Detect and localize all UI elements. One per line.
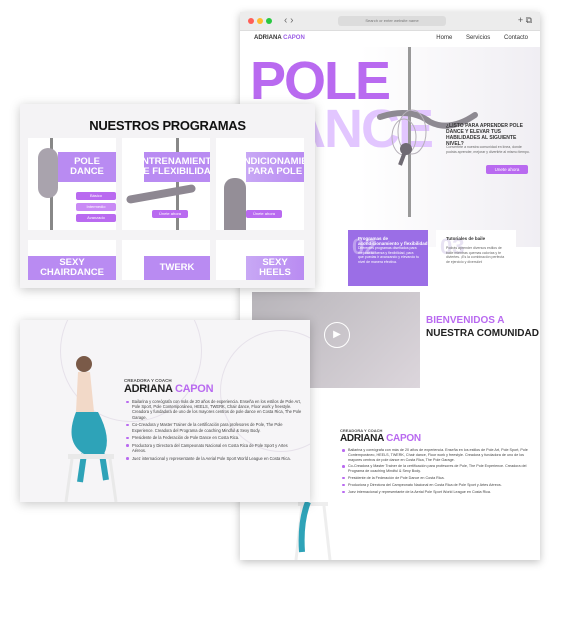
feature-card: 03 Tutoriales de baile Podrás aprender d… — [436, 230, 516, 286]
coach-last-name: CAPON — [386, 433, 421, 444]
list-item: Presidente de la Federación de Pole Danc… — [342, 476, 532, 481]
program-card-chairdance[interactable]: SEXY CHAIRDANCE — [28, 240, 116, 280]
brand-first: ADRIANA — [254, 35, 282, 41]
dancer-image — [38, 148, 58, 198]
intermediate-level-button[interactable]: Intermedio — [76, 203, 116, 211]
program-title: SEXY HEELS — [246, 256, 304, 280]
coach-name: ADRIANA CAPON — [340, 433, 532, 444]
advanced-level-button[interactable]: Avanzado — [76, 214, 116, 222]
coach-bullets: Bailarina y coreógrafa con más de 20 año… — [340, 448, 532, 494]
welcome-heading: BIENVENIDOS A NUESTRA COMUNIDAD — [426, 314, 539, 340]
dancer-image — [224, 178, 246, 230]
program-card-twerk[interactable]: TWERK — [122, 240, 210, 280]
coach-bio: CREADORA Y COACH ADRIANA CAPON Bailarina… — [124, 378, 302, 464]
coach-name: ADRIANA CAPON — [124, 383, 302, 395]
basic-level-button[interactable]: Básico — [76, 192, 116, 200]
list-item: Presidente de la Federación de Pole Danc… — [126, 435, 302, 440]
menu-home[interactable]: Home — [436, 35, 452, 41]
program-card-pole-dance[interactable]: POLE DANCE Básico Intermedio Avanzado — [28, 138, 116, 230]
coach-bullets: Bailarina y coreógrafa con más de 20 año… — [124, 399, 302, 461]
minimize-window-icon[interactable] — [257, 18, 263, 24]
coach-first-name: ADRIANA — [340, 433, 384, 444]
browser-toolbar: ‹ › Search or enter website name + ⧉ — [240, 12, 540, 31]
new-tab-icon[interactable]: + ⧉ — [518, 15, 532, 26]
program-title: ENTRENAMIENTO DE FLEXIBILIDAD — [136, 152, 210, 182]
play-icon[interactable]: ▶ — [324, 322, 350, 348]
program-card-sexy-heels[interactable]: SEXY HEELS — [216, 240, 304, 280]
site-navbar: ADRIANA CAPON Home Servicios Contacto — [240, 31, 540, 47]
list-item: Productora y Directora del Campeonato Na… — [342, 483, 532, 488]
site-menu: Home Servicios Contacto — [424, 35, 528, 41]
address-bar[interactable]: Search or enter website name — [338, 16, 446, 26]
list-item: Bailarina y coreógrafa con más de 20 año… — [342, 448, 532, 462]
brand-last: CAPON — [283, 35, 305, 41]
feature-title: Programas de acondicionamiento y flexibi… — [358, 236, 428, 246]
program-title: POLE DANCE — [58, 152, 116, 182]
join-now-button[interactable]: Unete ahora — [486, 165, 528, 174]
join-now-button[interactable]: Únete ahora — [246, 210, 282, 218]
coach-panel: CREADORA Y COACH ADRIANA CAPON Bailarina… — [20, 320, 310, 502]
programs-panel: NUESTROS PROGRAMAS POLE DANCE Básico Int… — [20, 104, 315, 288]
list-item: Bailarina y coreógrafa con más de 20 año… — [126, 399, 302, 420]
feature-title: Tutoriales de baile — [446, 236, 486, 241]
programs-title: NUESTROS PROGRAMAS — [89, 118, 246, 133]
menu-contacto[interactable]: Contacto — [504, 35, 528, 41]
list-item: Juez internacional y representante de la… — [126, 456, 302, 461]
welcome-line1: BIENVENIDOS A — [426, 315, 505, 326]
program-title: TWERK — [144, 256, 210, 280]
hero-subtext: Convertirte a nuestra comunidad en línea… — [446, 145, 530, 154]
hero-question: ¿LISTO PARA APRENDER POLE DANCE Y ELEVAR… — [446, 123, 523, 147]
program-card-flexibility[interactable]: ENTRENAMIENTO DE FLEXIBILIDAD Únete ahor… — [122, 138, 210, 230]
coach-section: CREADORA Y COACH ADRIANA CAPON Bailarina… — [340, 428, 532, 496]
program-title: ACONDICIONAMIENTO PARA POLE — [223, 152, 304, 182]
coach-photo — [64, 356, 118, 502]
close-window-icon[interactable] — [248, 18, 254, 24]
dancer-image — [125, 183, 197, 205]
program-title: SEXY CHAIRDANCE — [28, 256, 116, 280]
join-now-button[interactable]: Únete ahora — [152, 210, 188, 218]
list-item: Co-Creadora y Master Trainer de la certi… — [342, 464, 532, 474]
back-forward-icon[interactable]: ‹ › — [284, 15, 293, 26]
feature-text: Diferentes programas diseñados para mejo… — [358, 246, 420, 264]
site-logo[interactable]: ADRIANA CAPON — [254, 35, 305, 41]
list-item: Productora y Directora del Campeonato Na… — [126, 443, 302, 453]
menu-servicios[interactable]: Servicios — [466, 35, 490, 41]
welcome-line2: NUESTRA COMUNIDAD — [426, 328, 539, 339]
feature-card: 02 Programas de acondicionamiento y flex… — [348, 230, 428, 286]
coach-last-name: CAPON — [174, 383, 214, 395]
program-card-conditioning[interactable]: ACONDICIONAMIENTO PARA POLE Únete ahora — [216, 138, 304, 230]
list-item: Co-Creadora y Master Trainer de la certi… — [126, 422, 302, 433]
maximize-window-icon[interactable] — [266, 18, 272, 24]
list-item: Juez internacional y representante de la… — [342, 490, 532, 495]
level-buttons: Básico Intermedio Avanzado — [76, 192, 116, 225]
feature-text: Podrás aprender diversos estilos de bail… — [446, 246, 505, 264]
coach-first-name: ADRIANA — [124, 383, 173, 395]
